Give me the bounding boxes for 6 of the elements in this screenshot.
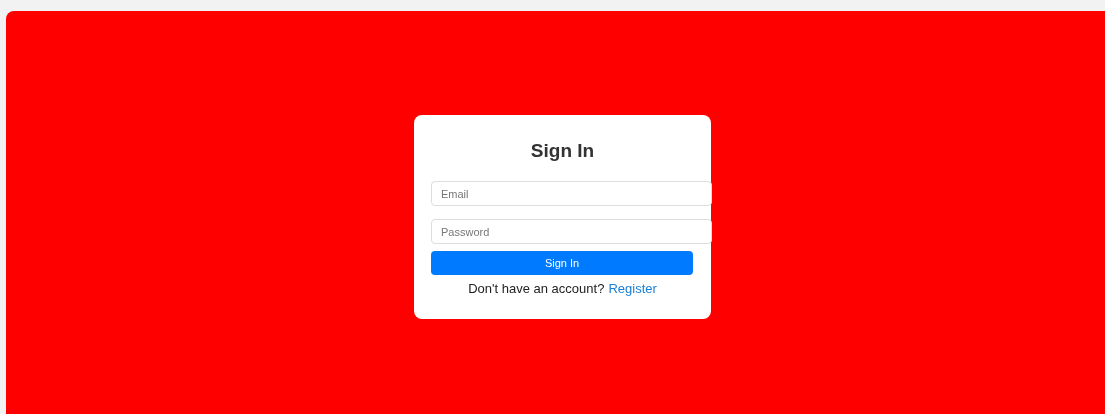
input-field[interactable]: Email	[431, 181, 712, 206]
footer-text: Don't have an account?	[468, 281, 605, 296]
register-link[interactable]: Register	[608, 281, 657, 296]
form-title: Sign In	[529, 139, 596, 163]
sign-in-button[interactable]: Sign In	[431, 251, 693, 275]
input-field[interactable]: Password	[431, 219, 712, 244]
